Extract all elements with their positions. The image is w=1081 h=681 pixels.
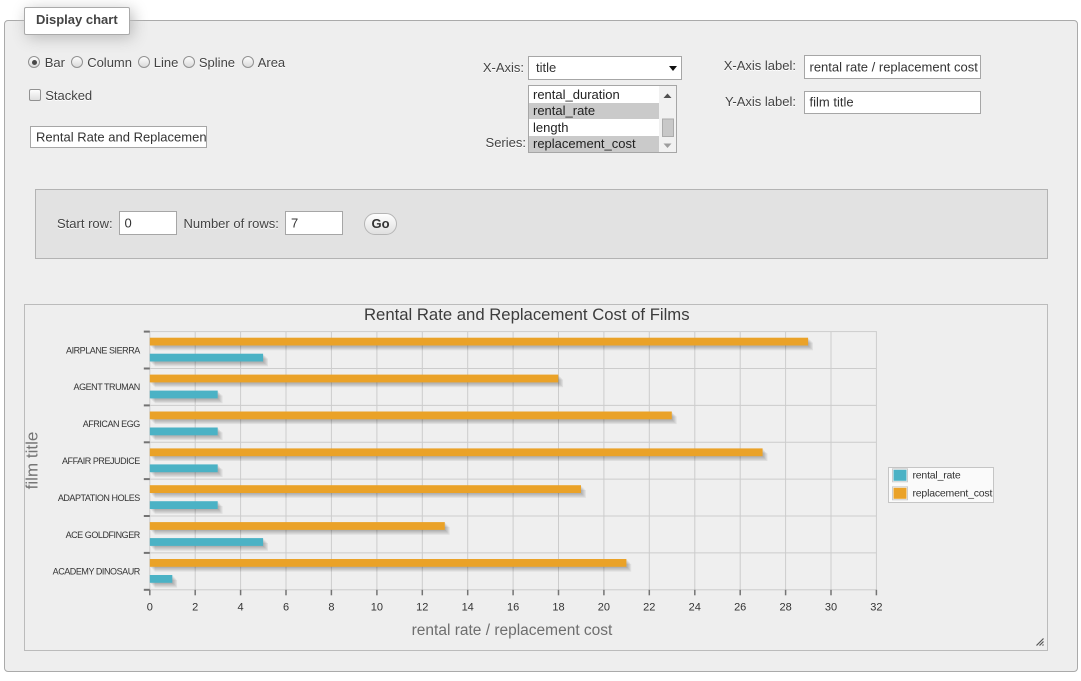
svg-text:rental rate / replacement cost: rental rate / replacement cost <box>412 622 613 639</box>
svg-text:AGENT TRUMAN: AGENT TRUMAN <box>74 382 140 392</box>
svg-text:rental_rate: rental_rate <box>913 469 961 481</box>
svg-text:22: 22 <box>643 602 655 614</box>
svg-text:2: 2 <box>192 602 198 614</box>
svg-text:8: 8 <box>328 602 334 614</box>
svg-text:26: 26 <box>734 602 746 614</box>
svg-text:30: 30 <box>825 602 837 614</box>
svg-text:28: 28 <box>779 602 791 614</box>
svg-text:6: 6 <box>283 602 289 614</box>
svg-text:film title: film title <box>25 432 42 490</box>
svg-text:AIRPLANE SIERRA: AIRPLANE SIERRA <box>66 345 140 355</box>
svg-text:24: 24 <box>689 602 701 614</box>
svg-text:Rental Rate and Replacement Co: Rental Rate and Replacement Cost of Film… <box>364 305 690 324</box>
svg-text:12: 12 <box>416 602 428 614</box>
svg-text:4: 4 <box>238 602 244 614</box>
svg-text:20: 20 <box>598 602 610 614</box>
svg-text:ACE GOLDFINGER: ACE GOLDFINGER <box>66 530 141 540</box>
svg-text:16: 16 <box>507 602 519 614</box>
svg-text:32: 32 <box>870 602 882 614</box>
svg-text:10: 10 <box>371 602 383 614</box>
svg-text:replacement_cost: replacement_cost <box>913 487 993 499</box>
svg-text:18: 18 <box>552 602 564 614</box>
svg-text:ADAPTATION HOLES: ADAPTATION HOLES <box>58 493 140 503</box>
svg-text:14: 14 <box>462 602 474 614</box>
svg-text:ACADEMY DINOSAUR: ACADEMY DINOSAUR <box>53 567 141 577</box>
svg-text:AFRICAN EGG: AFRICAN EGG <box>83 419 141 429</box>
svg-text:0: 0 <box>147 602 153 614</box>
svg-text:AFFAIR PREJUDICE: AFFAIR PREJUDICE <box>62 456 140 466</box>
